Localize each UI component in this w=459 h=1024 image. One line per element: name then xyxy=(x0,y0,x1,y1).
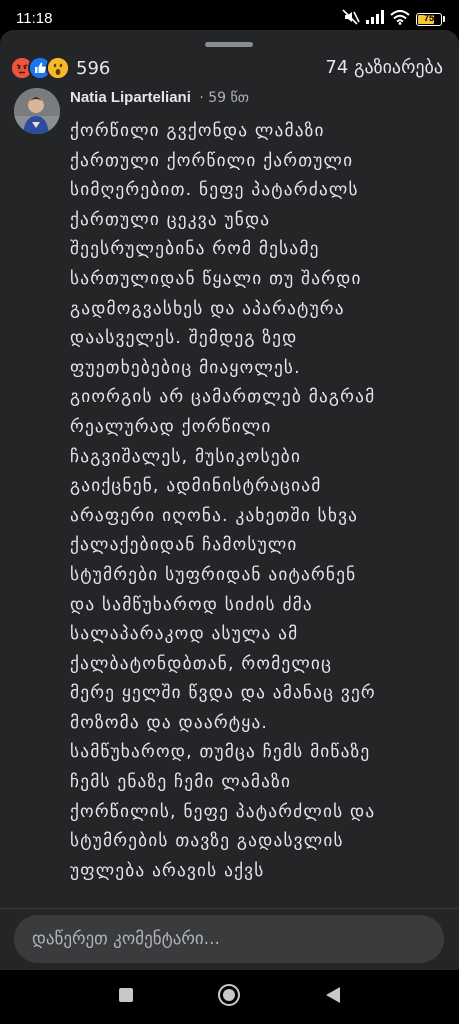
status-icons: 75 xyxy=(342,9,445,29)
comments-sheet[interactable]: 596 74 გაზიარება Natia Liparteliani · 59… xyxy=(0,30,459,970)
comment-composer xyxy=(0,908,459,971)
comment-line: არაფერი იღონა. კახეთში სხვა xyxy=(70,505,359,526)
back-triangle-icon xyxy=(324,985,342,1009)
comment-line: სტუმრები სუფრიდან აიტარნენ xyxy=(70,564,357,585)
comment-line: დაასველეს. შემდეგ ზედ xyxy=(70,328,298,349)
battery-tip xyxy=(443,16,445,22)
comment-line: ქართული ქორწილი ქართული xyxy=(70,150,354,171)
comment-time: · 59 წთ xyxy=(199,90,249,106)
comment-line: სალაპარაკოდ ასულა ამ xyxy=(70,624,299,645)
comment-line: სართულიდან წყალი თუ შარდი xyxy=(70,268,362,289)
comment-line: ჩაგვიშალეს, მუსიკოსები xyxy=(70,446,302,467)
comment-line: გიორგის არ ცამართლებ მაგრამ xyxy=(70,387,376,408)
sheet-drag-handle[interactable] xyxy=(205,42,253,47)
signal-icon xyxy=(366,10,384,28)
comment-line: გადმოგვასხეს და აპარატურა xyxy=(70,298,345,319)
navigation-bar xyxy=(0,970,459,1024)
comment-line: სამწუხაროდ, თუმცა ჩემს მიწაზე xyxy=(70,742,371,763)
back-button[interactable] xyxy=(318,982,348,1012)
wow-reaction-icon xyxy=(46,56,70,80)
circle-icon xyxy=(217,983,241,1011)
wifi-icon xyxy=(390,9,410,29)
reactions-summary[interactable]: 596 xyxy=(10,56,110,80)
status-time: 11:18 xyxy=(16,10,53,27)
comment-line: გაიქცნენ, ადმინისტრაციამ xyxy=(70,476,322,497)
mute-icon xyxy=(342,9,360,29)
comment-text: ქორწილი გვქონდა ლამაზი ქართული ქორწილი ქა… xyxy=(70,117,450,886)
share-count[interactable]: 74 გაზიარება xyxy=(325,57,443,78)
comment-header: Natia Liparteliani · 59 წთ xyxy=(70,89,249,106)
comment-line: ფუეთხებებიც მიაყოლეს. xyxy=(70,357,301,378)
square-icon xyxy=(118,987,134,1007)
comment-line: სიმღერებით. ნეფე პატარძალს xyxy=(70,180,359,201)
comment-line: სტუმრების თავზე გადასვლის xyxy=(70,831,344,852)
comment-line: ქართული ცეკვა უნდა xyxy=(70,209,271,230)
reaction-count: 596 xyxy=(76,57,111,79)
author-name[interactable]: Natia Liparteliani xyxy=(70,89,191,106)
comment-line: ქორწილის, ნეფე პატარძლის და xyxy=(70,801,376,822)
comment-line: უფლება არავის აქვს xyxy=(70,860,265,881)
comment-line: ქალბატონდბთან, რომელიც xyxy=(70,653,333,674)
comment-line: ქალაქებიდან ჩამოსული xyxy=(70,535,298,556)
comment-line: და სამწუხაროდ სიძის ძმა xyxy=(70,594,313,615)
comment-line: მერე ყელში წვდა და ამანაც ვერ xyxy=(70,683,376,704)
battery-level: 75 xyxy=(423,12,434,23)
home-button[interactable] xyxy=(214,982,244,1012)
comment-time-value: 59 წთ xyxy=(208,90,249,106)
comment-input[interactable] xyxy=(14,915,444,963)
screen: 11:18 75 596 74 გაზიარება Natia Lipartel… xyxy=(0,0,459,1024)
comment-line: ქორწილი გვქონდა ლამაზი xyxy=(70,121,325,141)
comment-line: რეალურად ქორწილი xyxy=(70,416,272,437)
avatar[interactable] xyxy=(14,88,60,134)
battery-icon: 75 xyxy=(416,12,442,26)
comment-line: შეესრულებინა რომ მესამე xyxy=(70,239,320,260)
recent-apps-button[interactable] xyxy=(111,982,141,1012)
comment-line: ჩემს ენაზე ჩემი ლამაზი xyxy=(70,772,292,793)
comment-line: მოზომა და დაარტყა. xyxy=(70,712,269,733)
